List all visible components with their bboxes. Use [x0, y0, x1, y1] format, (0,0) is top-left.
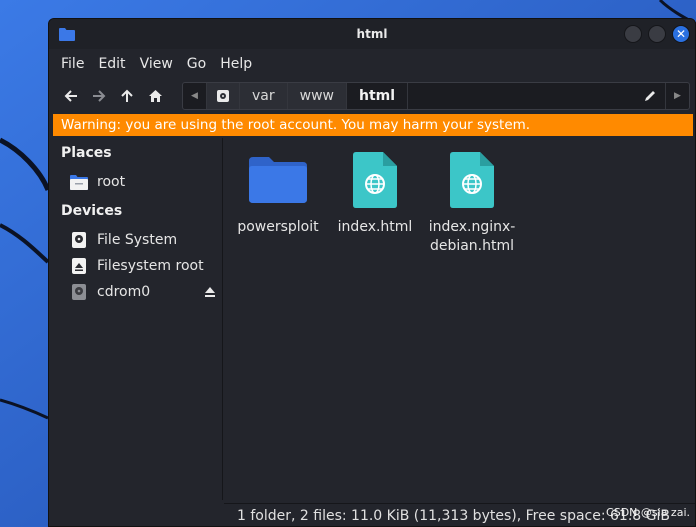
edit-location-button[interactable]	[635, 83, 665, 109]
file-manager-window: html ✕ File Edit View Go Help ◀ var www …	[48, 18, 696, 527]
up-arrow-icon	[121, 89, 133, 102]
close-icon: ✕	[675, 27, 687, 41]
sidebar-item-file-system[interactable]: File System	[49, 227, 222, 253]
home-folder-icon	[70, 175, 88, 190]
html-file-icon	[450, 152, 494, 208]
places-section: Places root	[49, 143, 222, 195]
location-pathbar: ◀ var www html ▶	[182, 82, 690, 110]
forward-button[interactable]	[85, 82, 113, 110]
file-name-line: index.nginx-	[428, 219, 516, 235]
sidebar-item-label: root	[97, 174, 126, 190]
drive-icon	[72, 258, 86, 274]
file-name: index.nginx- debian.html	[429, 218, 516, 256]
menu-view[interactable]: View	[140, 56, 173, 72]
sidebar-item-filesystem-root[interactable]: Filesystem root	[49, 253, 222, 279]
crumb-www[interactable]: www	[287, 83, 347, 109]
toolbar: ◀ var www html ▶	[49, 81, 695, 111]
sidebar-item-label: Filesystem root	[97, 258, 204, 274]
watermark: CSDN @sia zai.	[606, 506, 690, 519]
file-view[interactable]: powersploit index.html index.nginx- debi…	[224, 138, 695, 500]
file-item-index-html[interactable]: index.html	[332, 151, 418, 237]
menu-help[interactable]: Help	[220, 56, 252, 72]
home-icon	[148, 90, 162, 102]
sidebar-item-root[interactable]: root	[49, 169, 222, 195]
file-name-line: debian.html	[429, 238, 515, 254]
pathbar-scroll-left-button[interactable]: ◀	[183, 83, 207, 109]
sidebar-item-label: File System	[97, 232, 178, 248]
devices-section: Devices File System Filesystem root cdro…	[49, 201, 222, 305]
places-heading: Places	[61, 145, 112, 161]
home-button[interactable]	[141, 82, 169, 110]
close-button[interactable]: ✕	[672, 25, 690, 43]
sidebar: Places root Devices File System Filesyst…	[49, 138, 223, 500]
maximize-button[interactable]	[648, 25, 666, 43]
sidebar-item-label: cdrom0	[97, 284, 151, 300]
chevron-left-icon: ◀	[191, 91, 198, 101]
file-name: index.html	[337, 219, 413, 235]
eject-icon[interactable]	[204, 286, 216, 298]
crumb-filesystem-root[interactable]	[207, 83, 240, 109]
menu-go[interactable]: Go	[187, 56, 206, 72]
minimize-button[interactable]	[624, 25, 642, 43]
crumb-var[interactable]: var	[240, 83, 288, 109]
back-button[interactable]	[57, 82, 85, 110]
optical-drive-icon	[72, 284, 86, 300]
file-name: powersploit	[237, 219, 319, 235]
pathbar-empty-area	[408, 83, 635, 109]
folder-icon	[59, 28, 75, 41]
folder-icon	[249, 157, 307, 203]
drive-icon	[72, 232, 86, 248]
title-bar[interactable]: html ✕	[49, 19, 695, 49]
menu-bar: File Edit View Go Help	[49, 51, 695, 77]
html-file-icon	[353, 152, 397, 208]
root-warning-banner: Warning: you are using the root account.…	[53, 114, 693, 136]
chevron-right-icon: ▶	[674, 91, 681, 101]
window-title: html	[356, 27, 388, 41]
crumb-html[interactable]: html	[346, 83, 409, 109]
menu-file[interactable]: File	[61, 56, 84, 72]
sidebar-item-cdrom0[interactable]: cdrom0	[49, 279, 222, 305]
pathbar-scroll-right-button[interactable]: ▶	[665, 83, 689, 109]
up-button[interactable]	[113, 82, 141, 110]
file-item-powersploit[interactable]: powersploit	[235, 151, 321, 237]
menu-edit[interactable]: Edit	[98, 56, 125, 72]
devices-heading: Devices	[61, 203, 123, 219]
file-item-index-nginx-debian-html[interactable]: index.nginx- debian.html	[429, 151, 515, 256]
back-arrow-icon	[64, 90, 77, 102]
pencil-icon	[645, 91, 655, 101]
drive-icon	[217, 90, 229, 102]
forward-arrow-icon	[93, 90, 106, 102]
